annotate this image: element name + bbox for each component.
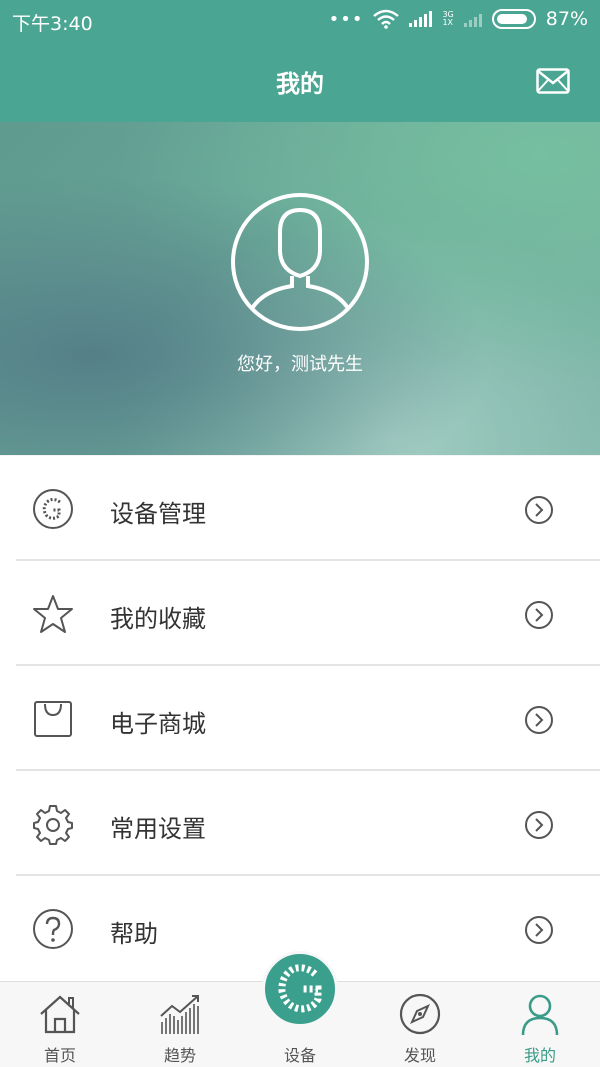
signal-strength-secondary-icon — [463, 11, 482, 27]
device-g-icon — [278, 964, 322, 1013]
more-notifications-icon: ••• — [328, 8, 364, 30]
avatar[interactable] — [230, 192, 370, 332]
status-bar: 下午3:40 ••• 3G 1X 87% — [0, 0, 600, 40]
menu-item-label: 帮助 — [110, 920, 158, 948]
device-g-icon — [33, 489, 73, 529]
status-indicators: ••• 3G 1X 87% — [329, 8, 588, 30]
battery-percent: 87% — [545, 8, 588, 30]
menu-item-favorites[interactable]: 我的收藏 — [0, 561, 600, 666]
tab-mine[interactable]: 我的 — [480, 982, 600, 1067]
trend-chart-icon — [160, 995, 199, 1034]
tab-label: 设备 — [283, 1046, 316, 1065]
chevron-right-icon — [525, 706, 553, 734]
menu-list: 设备管理 我的收藏 电子商城 常用设置 帮助 — [0, 456, 600, 981]
tab-discover[interactable]: 发现 — [360, 982, 480, 1067]
greeting-text: 您好，测试先生 — [237, 354, 363, 375]
signal-strength-icon — [409, 11, 433, 27]
compass-icon — [399, 993, 441, 1035]
page-title: 我的 — [276, 70, 324, 98]
menu-item-label: 电子商城 — [110, 710, 206, 738]
tab-label: 我的 — [523, 1046, 556, 1065]
top-bar: 下午3:40 ••• 3G 1X 87% 我的 — [0, 0, 600, 122]
tab-home[interactable]: 首页 — [0, 982, 120, 1067]
menu-item-settings[interactable]: 常用设置 — [0, 771, 600, 876]
network-type-bottom: 1X — [442, 18, 454, 27]
star-icon — [33, 595, 73, 633]
wifi-icon — [373, 9, 400, 29]
menu-item-eshop[interactable]: 电子商城 — [0, 666, 600, 771]
chevron-right-icon — [525, 601, 553, 629]
menu-item-label: 设备管理 — [110, 500, 206, 528]
mail-icon[interactable] — [536, 68, 570, 94]
chevron-right-icon — [525, 811, 553, 839]
home-icon — [40, 995, 80, 1034]
chevron-right-icon — [525, 496, 553, 524]
tab-label: 发现 — [403, 1046, 436, 1065]
menu-item-device-management[interactable]: 设备管理 — [0, 456, 600, 561]
network-type: 3G 1X — [442, 11, 453, 27]
chevron-right-icon — [525, 916, 553, 944]
battery-icon — [491, 9, 536, 29]
help-icon — [33, 909, 73, 949]
tab-trend[interactable]: 趋势 — [120, 982, 240, 1067]
shopping-bag-icon — [34, 701, 72, 737]
gear-icon — [33, 805, 73, 845]
device-center-button[interactable] — [262, 951, 338, 1027]
menu-item-label: 常用设置 — [110, 815, 206, 843]
tab-label: 趋势 — [163, 1046, 196, 1065]
person-icon — [521, 994, 559, 1036]
status-time: 下午3:40 — [12, 13, 93, 35]
menu-item-label: 我的收藏 — [110, 605, 206, 633]
profile-header: 您好，测试先生 — [0, 122, 600, 455]
tab-label: 首页 — [43, 1046, 76, 1065]
